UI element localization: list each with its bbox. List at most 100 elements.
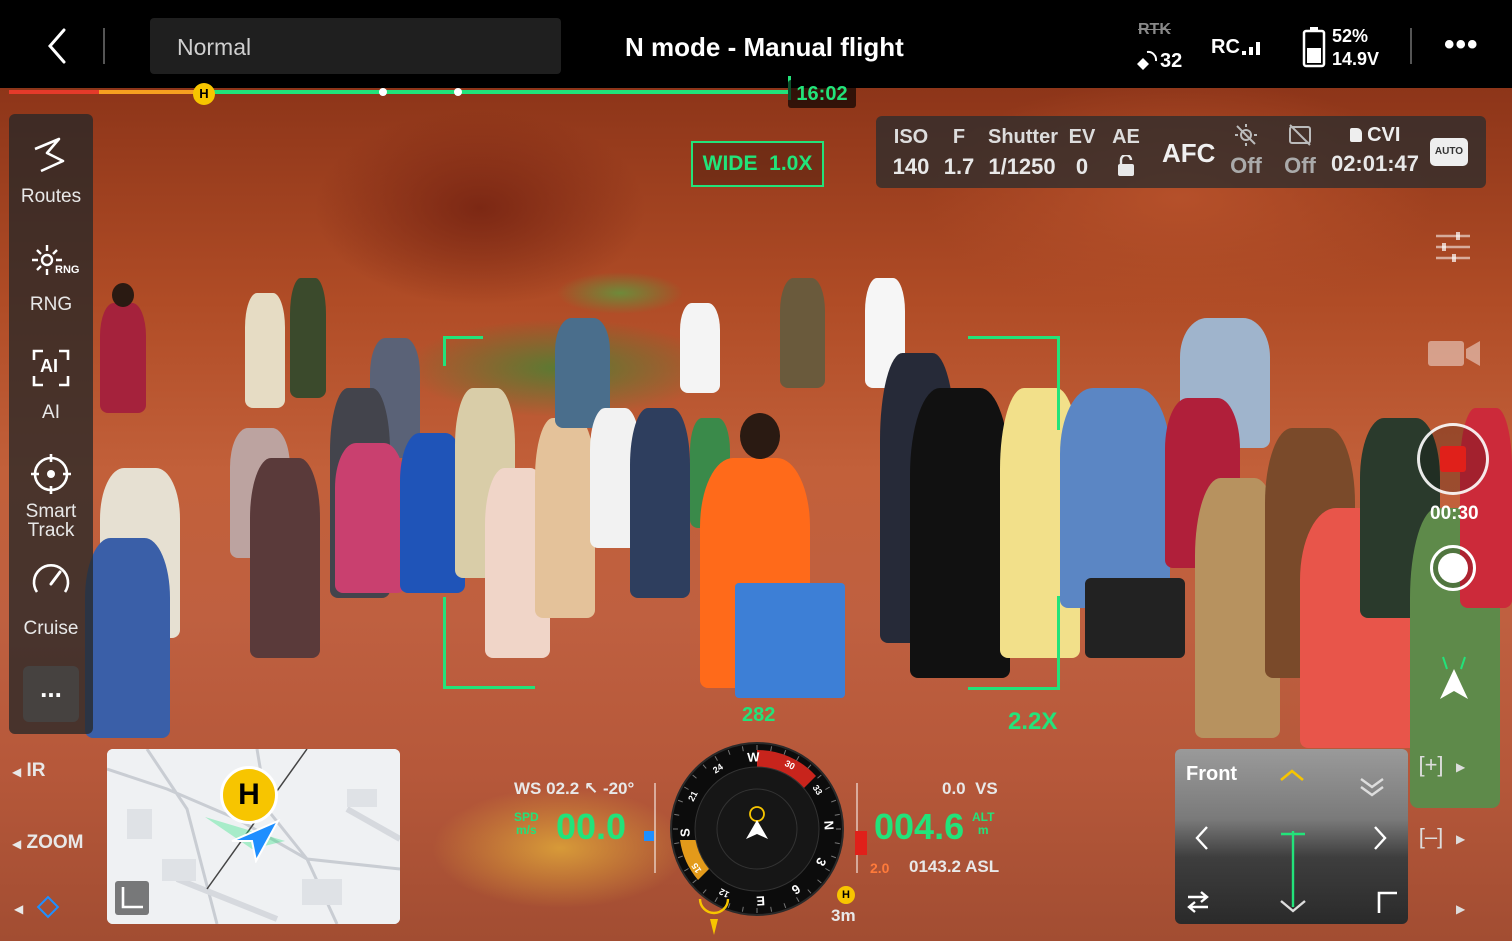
sd-card-icon xyxy=(1349,128,1362,142)
light-off-icon xyxy=(1235,124,1257,146)
sidebar-item-cruise[interactable]: Cruise xyxy=(9,560,93,645)
record-button[interactable] xyxy=(1417,423,1489,495)
flight-progress-bar xyxy=(9,76,1509,100)
rc-label: RC xyxy=(1211,36,1240,58)
divider xyxy=(1410,28,1412,64)
altitude-indicator xyxy=(855,831,867,855)
unlock-icon xyxy=(1118,153,1134,176)
sidebar-item-ai[interactable]: AI AI xyxy=(9,346,93,431)
ae-label: AE xyxy=(1112,126,1140,148)
ae-lock[interactable]: AE xyxy=(1112,126,1140,182)
altitude-label: ALT m xyxy=(972,810,995,837)
sidebar-item-label: RNG xyxy=(29,294,73,315)
home-direction-icon xyxy=(698,898,730,935)
swap-icon[interactable] xyxy=(1185,889,1211,915)
camera-auto-button[interactable]: AUTO xyxy=(1430,138,1468,166)
double-chevron-down-icon[interactable] xyxy=(1358,775,1386,799)
setting-toggle-1[interactable]: Off xyxy=(1228,122,1264,179)
speed-indicator xyxy=(644,831,654,841)
altitude-value: 004.6 xyxy=(874,806,965,847)
sidebar-more-button[interactable]: ... xyxy=(23,666,79,722)
cruise-icon xyxy=(32,564,70,593)
sidebar-item-routes[interactable]: Routes xyxy=(9,130,93,215)
home-distance-marker: H xyxy=(837,886,855,904)
sidebar-item-label-line1: Smart xyxy=(25,501,77,522)
aircraft-location-icon xyxy=(231,819,281,863)
top-status-bar: Normal N mode - Manual flight RTK 32 RC … xyxy=(0,0,1512,88)
settings-sliders-icon[interactable] xyxy=(1434,229,1472,265)
wind-speed-readout: WS 02.2 ↖ -20° xyxy=(514,779,635,798)
fpv-front-view[interactable]: Front xyxy=(1175,749,1408,924)
caret-left-icon[interactable]: ◀ xyxy=(14,902,23,916)
signal-bars-icon xyxy=(1242,42,1260,55)
caret-left-icon: ◀ xyxy=(12,765,22,779)
iso-value: 140 xyxy=(892,154,930,179)
satellite-count: 32 xyxy=(1160,50,1183,72)
wind-direction-icon: ↖ xyxy=(583,779,599,798)
speed-label: SPD m/s xyxy=(514,810,539,837)
sidebar-item-label-line2: Track xyxy=(27,520,75,541)
record-time: 00:30 xyxy=(1430,503,1479,524)
compass-label: W xyxy=(747,749,761,765)
aperture-value: 1.7 xyxy=(943,154,975,179)
focus-mode[interactable]: AFC xyxy=(1162,138,1215,169)
flight-time-remaining: 16:02 xyxy=(788,80,856,108)
chevron-up-icon[interactable] xyxy=(1278,767,1306,783)
target-zoom-label: 2.2X xyxy=(1008,708,1058,735)
shutter-photo-button[interactable] xyxy=(1430,545,1476,591)
progress-dot xyxy=(454,88,462,96)
map-expand-icon[interactable] xyxy=(115,881,149,915)
chevron-left-icon[interactable] xyxy=(1193,824,1211,852)
caret-left-icon: ◀ xyxy=(12,837,22,851)
storage-info[interactable]: CVI 02:01:47 xyxy=(1328,124,1422,177)
chevron-left-icon[interactable] xyxy=(40,26,76,66)
routes-icon xyxy=(34,137,65,173)
rng-icon xyxy=(32,245,62,275)
zoom-toggle[interactable]: ◀ ZOOM xyxy=(12,832,84,854)
sidebar-item-rng[interactable]: RNG RNG xyxy=(9,238,93,323)
flight-mode-select[interactable]: Normal xyxy=(150,18,561,74)
compass-label: S xyxy=(677,828,692,838)
camera-params-panel[interactable]: ISO 140 F 1.7 Shutter 1/1250 EV 0 AE AFC xyxy=(876,116,1486,188)
caret-right-icon[interactable]: ▶ xyxy=(1456,902,1465,916)
sidebar-item-label: Cruise xyxy=(23,618,79,639)
battery-percent: 52% xyxy=(1332,26,1369,46)
sidebar-item-smart-track[interactable]: Smart Track xyxy=(9,452,93,547)
shutter-value: 1/1250 xyxy=(988,154,1056,179)
mini-map[interactable]: H xyxy=(107,749,400,924)
storage-label: CVI xyxy=(1367,124,1401,146)
shutter-setting[interactable]: Shutter 1/1250 xyxy=(988,126,1058,180)
ev-value: 0 xyxy=(1075,154,1089,179)
ev-setting[interactable]: EV 0 xyxy=(1068,126,1096,180)
smart-track-icon xyxy=(31,454,71,494)
altitude-scale xyxy=(856,783,862,873)
expand-corner-icon[interactable] xyxy=(1375,889,1399,915)
divider xyxy=(103,28,105,64)
navigation-arrow-icon xyxy=(1440,656,1468,699)
iso-setting[interactable]: ISO 140 xyxy=(892,126,930,180)
ir-toggle[interactable]: ◀ IR xyxy=(12,760,46,782)
lens-zoom-indicator[interactable]: WIDE 1.0X xyxy=(691,141,824,187)
video-mode-icon[interactable] xyxy=(1426,336,1482,370)
target-box-corner xyxy=(443,597,446,689)
remaining-time: 02:01:47 xyxy=(1330,151,1420,176)
speed-scale xyxy=(650,783,656,873)
target-box-corner xyxy=(443,336,483,366)
ellipsis-icon[interactable]: ••• xyxy=(1444,28,1479,62)
record-stop-icon xyxy=(1440,446,1466,472)
fpv-label: Front xyxy=(1186,763,1238,785)
zoom-out-button[interactable]: [–] xyxy=(1414,822,1448,854)
caret-right-icon[interactable]: ▶ xyxy=(1456,760,1465,774)
shutter-label: Shutter xyxy=(988,126,1058,148)
ev-label: EV xyxy=(1068,126,1096,148)
zoom-in-button[interactable]: [+] xyxy=(1414,750,1448,782)
aperture-setting[interactable]: F 1.7 xyxy=(942,126,976,180)
chevron-right-icon[interactable] xyxy=(1371,824,1389,852)
camera-auto-label: AUTO xyxy=(1434,146,1464,157)
setting-value-1: Off xyxy=(1230,153,1262,178)
aperture-label: F xyxy=(952,126,966,148)
compass-attitude-indicator[interactable]: W3033N36E1215S2124 xyxy=(668,740,846,918)
caret-right-icon[interactable]: ▶ xyxy=(1456,832,1465,846)
setting-toggle-2[interactable]: Off xyxy=(1282,122,1318,179)
progress-dot xyxy=(379,88,387,96)
